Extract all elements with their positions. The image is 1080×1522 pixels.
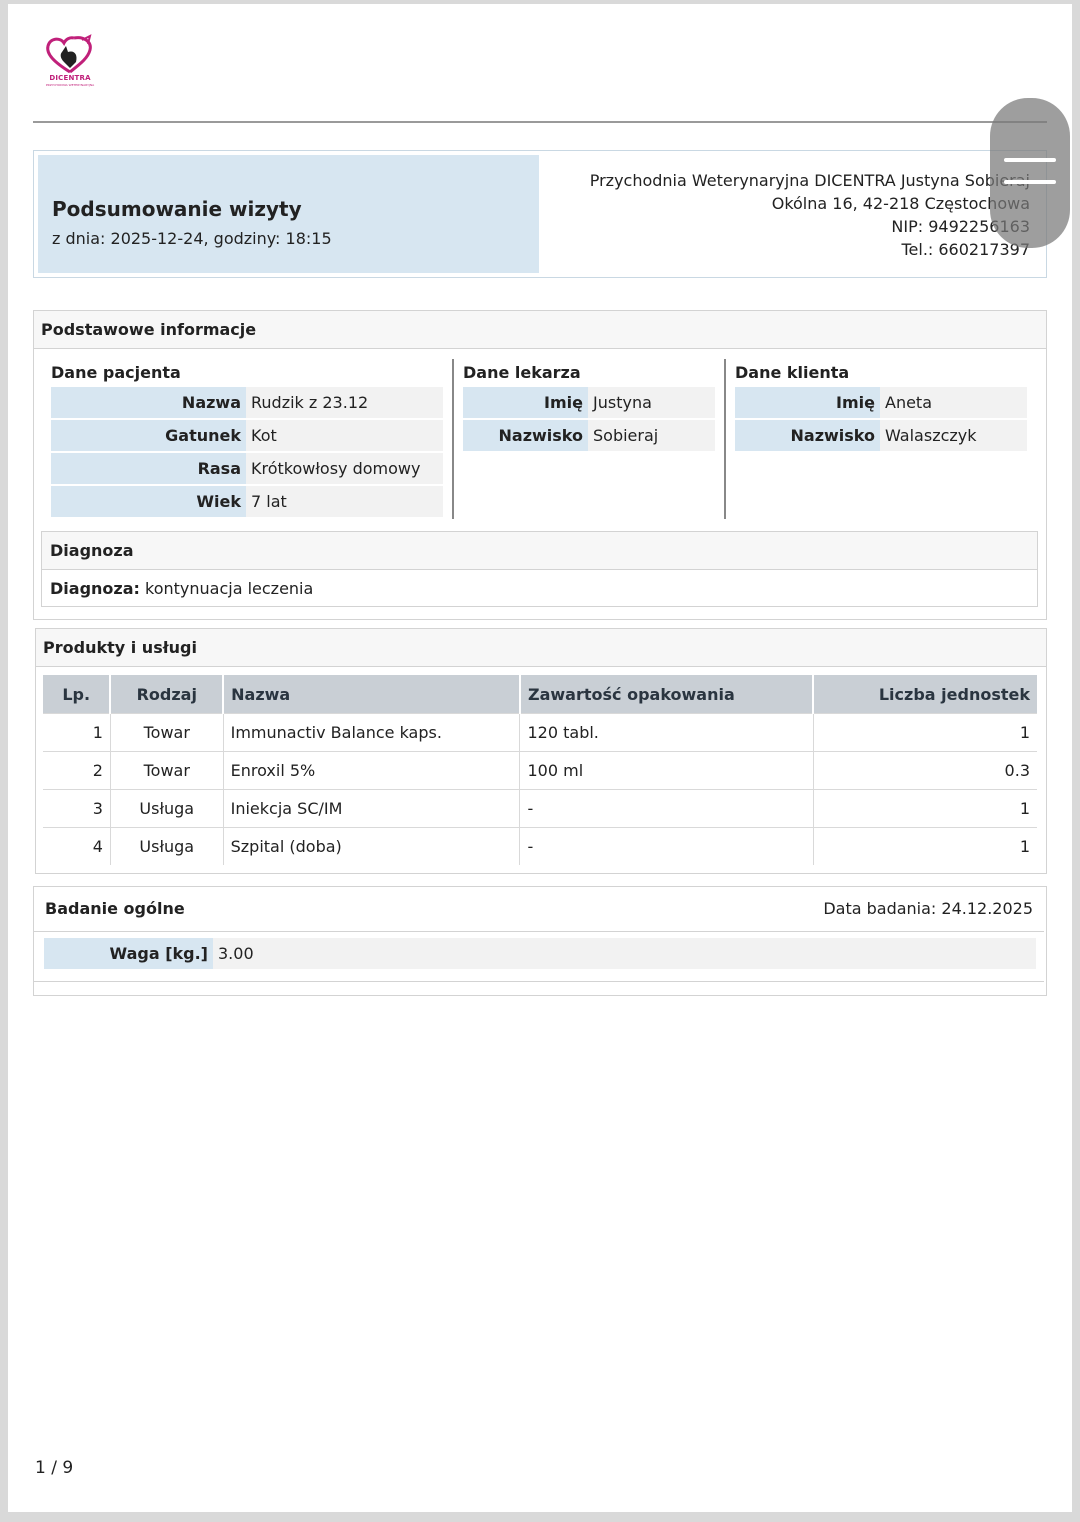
weight-value: 3.00	[213, 938, 1036, 969]
exam-inner: Badanie ogólne Data badania: 24.12.2025 …	[34, 887, 1044, 982]
products-table: Lp. Rodzaj Nazwa Zawartość opakowania Liczba…	[43, 675, 1037, 865]
table-cell: -	[519, 789, 814, 828]
info-row: Nazwa Rudzik z 23.12	[51, 387, 443, 418]
document-page: DICENTRA PRZYCHODNIA WETERYNARYJNA Podsu…	[8, 4, 1072, 1512]
exam-title: Badanie ogólne	[45, 899, 185, 918]
table-cell: Enroxil 5%	[223, 751, 521, 790]
table-cell: Szpital (doba)	[223, 827, 521, 865]
column-header: Nazwa	[223, 675, 521, 714]
heart-cat-icon	[46, 34, 92, 74]
clinic-info: Przychodnia Weterynaryjna DICENTRA Justy…	[590, 169, 1030, 261]
table-cell: 0.3	[813, 751, 1037, 790]
info-label: Nazwisko	[735, 420, 880, 451]
table-cell: 1	[813, 789, 1037, 828]
info-row: Nazwisko Sobieraj	[463, 420, 715, 451]
info-label: Rasa	[51, 453, 246, 484]
info-row: Rasa Krótkowłosy domowy	[51, 453, 443, 484]
visit-header: Podsumowanie wizyty z dnia: 2025-12-24, …	[33, 150, 1047, 278]
table-cell: 1	[43, 713, 111, 752]
page-indicator: 1 / 9	[35, 1458, 74, 1478]
menu-icon-bar	[1004, 158, 1056, 162]
info-row: Wiek 7 lat	[51, 486, 443, 517]
info-value: Aneta	[880, 387, 1027, 418]
doctor-column: Dane lekarza Imię Justyna Nazwisko Sobieraj	[463, 359, 715, 453]
table-cell: 120 tabl.	[519, 713, 814, 752]
table-cell: 2	[43, 751, 111, 790]
column-divider	[452, 359, 454, 519]
weight-row: Waga [kg.] 3.00	[44, 938, 1036, 969]
client-title: Dane klienta	[735, 363, 850, 382]
table-row: 4 Usługa Szpital (doba) -1	[43, 827, 1037, 865]
table-cell: 4	[43, 827, 111, 865]
info-label: Gatunek	[51, 420, 246, 451]
diagnosis-text: Diagnoza: kontynuacja leczenia	[42, 570, 1037, 607]
menu-icon-bar	[1004, 180, 1056, 184]
client-column: Dane klienta Imię Aneta Nazwisko Walaszczyk	[735, 359, 1027, 453]
menu-button[interactable]	[990, 98, 1070, 248]
basic-info-section: Podstawowe informacje Dane pacjenta Nazw…	[33, 310, 1047, 620]
table-row: 1 Towar Immunactiv Balance kaps. 120 tabl. 1	[43, 713, 1037, 752]
exam-date: Data badania: 24.12.2025	[823, 899, 1033, 918]
header-divider	[33, 121, 1047, 123]
table-cell: Usługa	[110, 827, 224, 865]
column-header: Lp.	[43, 675, 112, 714]
logo-wordmark: DICENTRA	[49, 74, 91, 82]
table-cell: Towar	[110, 751, 224, 790]
table-cell: Towar	[110, 713, 224, 752]
diagnosis-title: Diagnoza	[42, 532, 1037, 570]
info-row: Nazwisko Walaszczyk	[735, 420, 1027, 451]
info-value: Justyna	[588, 387, 715, 418]
table-row: 3 Usługa Iniekcja SC/IM -1	[43, 789, 1037, 828]
visit-datetime: z dnia: 2025-12-24, godziny: 18:15	[52, 229, 332, 248]
info-label: Nazwisko	[463, 420, 588, 451]
logo-subtitle: PRZYCHODNIA WETERYNARYJNA	[45, 83, 95, 87]
info-row: Gatunek Kot	[51, 420, 443, 451]
patient-title: Dane pacjenta	[51, 363, 181, 382]
clinic-address: Okólna 16, 42-218 Częstochowa	[771, 194, 1030, 213]
info-row: Imię Aneta	[735, 387, 1027, 418]
info-value: Kot	[246, 420, 443, 451]
products-section: Produkty i usługi Lp. Rodzaj Nazwa Zawartoś…	[35, 628, 1047, 874]
info-value: 7 lat	[246, 486, 443, 517]
info-label: Imię	[735, 387, 880, 418]
exam-section: Badanie ogólne Data badania: 24.12.2025 …	[33, 886, 1047, 996]
table-row: 2 Towar Enroxil 5% 100 ml 0.3	[43, 751, 1037, 790]
clinic-nip: NIP: 9492256163	[891, 217, 1030, 236]
column-header: Liczba jednostek	[813, 675, 1037, 714]
info-value: Sobieraj	[588, 420, 715, 451]
info-value: Rudzik z 23.12	[246, 387, 443, 418]
doctor-title: Dane lekarza	[463, 363, 581, 382]
diagnosis-box: Diagnoza Diagnoza: kontynuacja leczenia	[41, 531, 1038, 607]
column-header: Rodzaj	[110, 675, 225, 714]
table-cell: Iniekcja SC/IM	[223, 789, 521, 828]
products-title: Produkty i usługi	[36, 629, 1046, 667]
table-cell: -	[519, 827, 814, 865]
diagnosis-value: kontynuacja leczenia	[145, 579, 314, 598]
info-value: Krótkowłosy domowy	[246, 453, 443, 484]
clinic-phone: Tel.: 660217397	[901, 240, 1030, 259]
info-value: Walaszczyk	[880, 420, 1027, 451]
info-label: Imię	[463, 387, 588, 418]
visit-title-panel: Podsumowanie wizyty z dnia: 2025-12-24, …	[38, 155, 539, 273]
table-cell: 3	[43, 789, 111, 828]
info-label: Nazwa	[51, 387, 246, 418]
table-cell: Immunactiv Balance kaps.	[223, 713, 521, 752]
diagnosis-label: Diagnoza:	[50, 579, 140, 598]
table-cell: 1	[813, 827, 1037, 865]
table-cell: Usługa	[110, 789, 224, 828]
exam-header: Badanie ogólne Data badania: 24.12.2025	[34, 887, 1044, 932]
column-divider	[724, 359, 726, 519]
basic-info-title: Podstawowe informacje	[34, 311, 1046, 349]
clinic-name: Przychodnia Weterynaryjna DICENTRA Justy…	[589, 171, 1030, 190]
table-cell: 1	[813, 713, 1037, 752]
page-title: Podsumowanie wizyty	[52, 197, 302, 221]
info-label: Wiek	[51, 486, 246, 517]
info-row: Imię Justyna	[463, 387, 715, 418]
patient-column: Dane pacjenta Nazwa Rudzik z 23.12 Gatunek…	[51, 359, 443, 519]
column-header: Zawartość opakowania	[519, 675, 815, 714]
clinic-logo: DICENTRA PRZYCHODNIA WETERYNARYJNA	[40, 34, 100, 92]
weight-label: Waga [kg.]	[44, 938, 213, 969]
table-cell: 100 ml	[519, 751, 814, 790]
